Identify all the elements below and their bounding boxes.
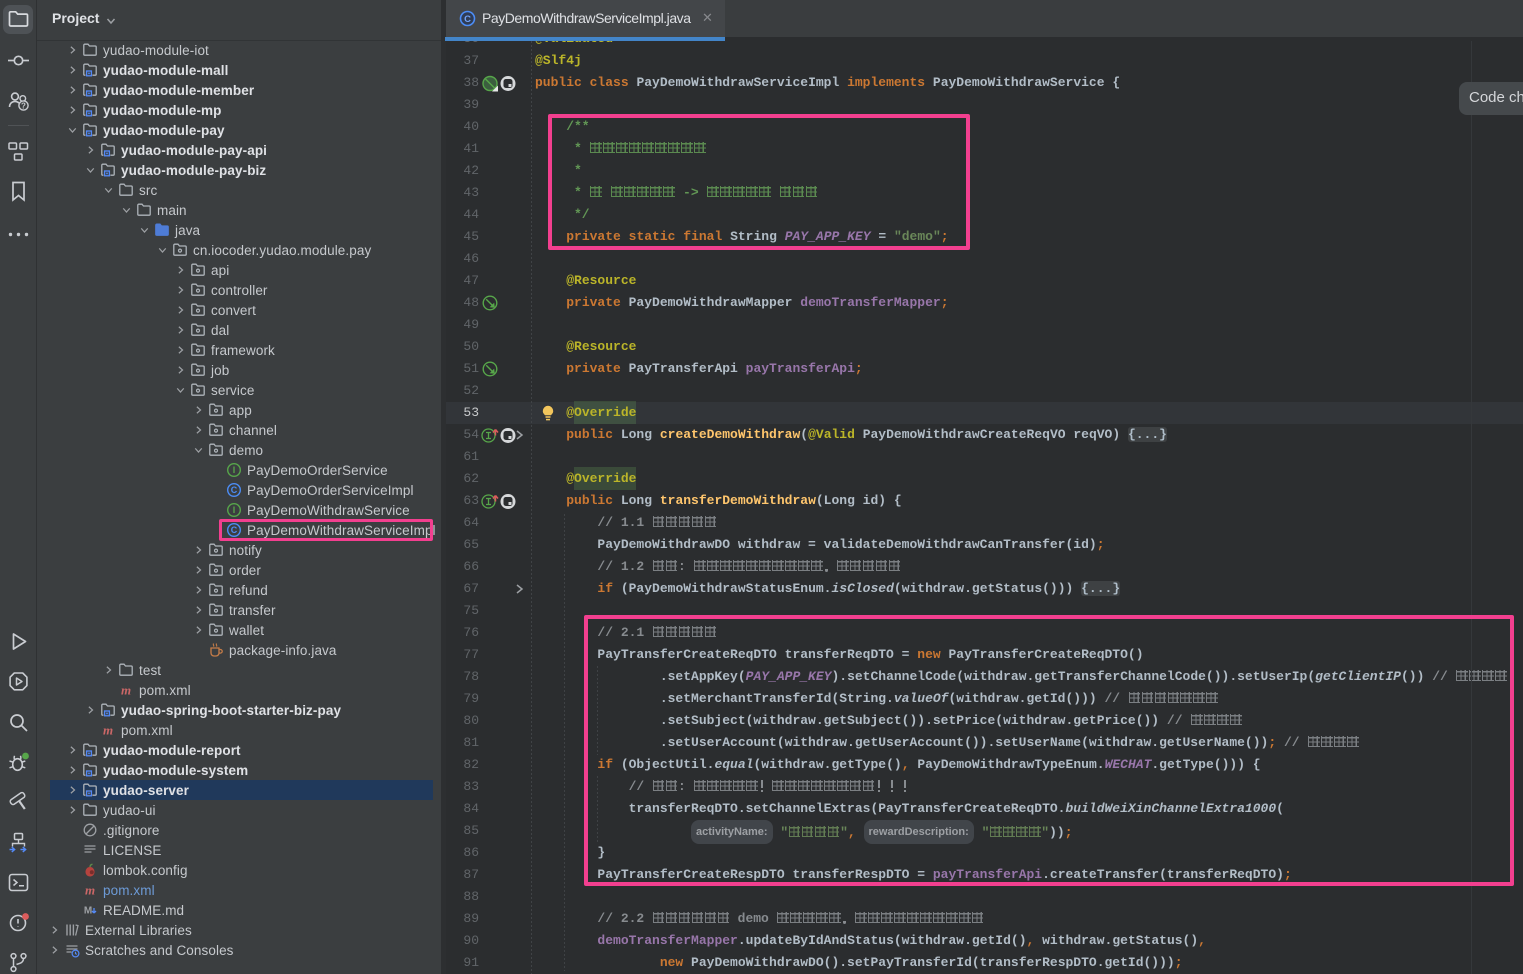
svg-text:m: m — [103, 723, 113, 738]
svg-text:I: I — [233, 465, 236, 475]
svg-text:C: C — [464, 14, 471, 25]
svg-text:?: ? — [21, 102, 26, 111]
svg-text:I: I — [233, 505, 236, 515]
svg-text:m: m — [85, 883, 95, 898]
svg-text:m: m — [121, 683, 131, 698]
svg-text:M: M — [84, 906, 92, 917]
svg-text:C: C — [231, 485, 238, 495]
